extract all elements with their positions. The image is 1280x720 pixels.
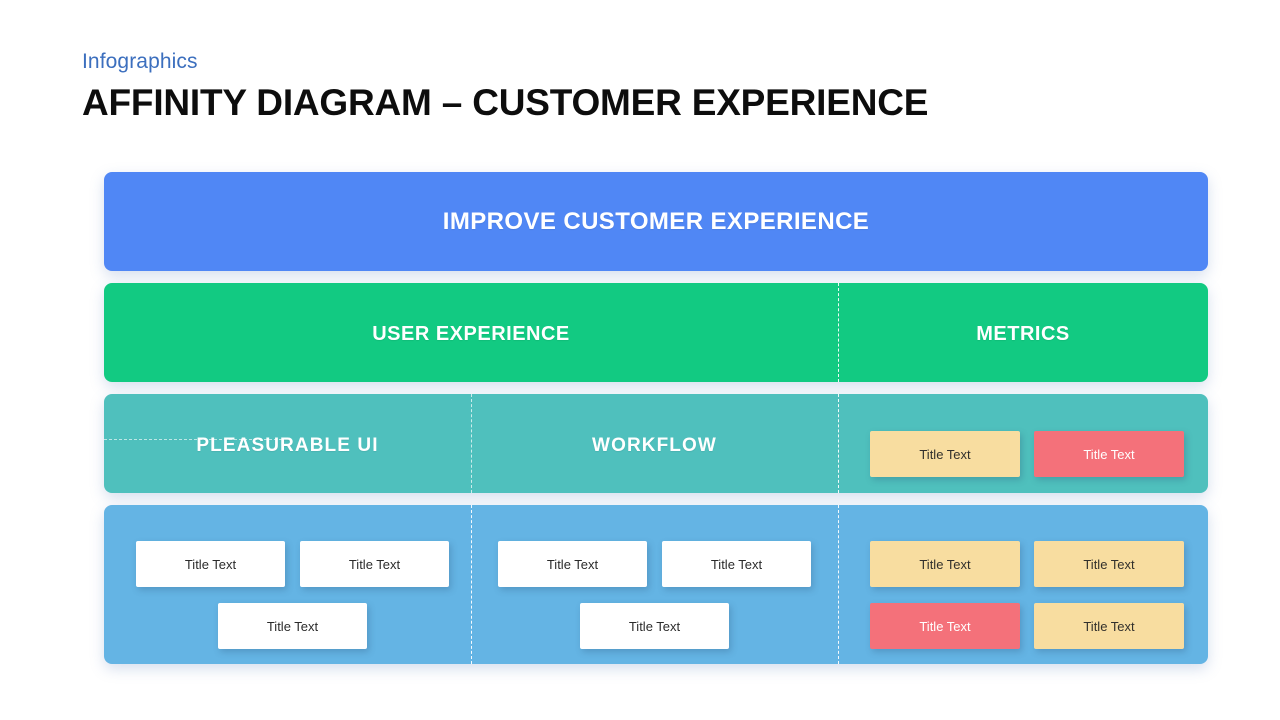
subthemes-band[interactable]: PLEASURABLE UI WORKFLOW Title Text Title… (104, 394, 1208, 493)
note-card[interactable]: Title Text (218, 603, 367, 649)
note-card[interactable]: Title Text (136, 541, 285, 587)
notes-inner-divider (471, 505, 472, 664)
page-title: AFFINITY DIAGRAM – CUSTOMER EXPERIENCE (82, 82, 929, 124)
note-card[interactable]: Title Text (1034, 541, 1184, 587)
note-card[interactable]: Title Text (1034, 603, 1184, 649)
note-card[interactable]: Title Text (662, 541, 811, 587)
note-card[interactable]: Title Text (300, 541, 449, 587)
notes-column-divider (838, 505, 839, 664)
slide-header: Infographics AFFINITY DIAGRAM – CUSTOMER… (82, 50, 1182, 123)
goal-label: IMPROVE CUSTOMER EXPERIENCE (442, 208, 870, 235)
note-card[interactable]: Title Text (870, 603, 1020, 649)
theme-label-metrics: METRICS (976, 323, 1070, 345)
note-card[interactable]: Title Text (870, 541, 1020, 587)
subthemes-column-divider (838, 394, 839, 493)
notes-band[interactable]: Title Text Title Text Title Text Title T… (104, 505, 1208, 664)
note-card[interactable]: Title Text (580, 603, 729, 649)
theme-label-user-experience: USER EXPERIENCE (372, 323, 570, 345)
themes-band[interactable]: USER EXPERIENCE METRICS (104, 283, 1208, 382)
metrics-subtheme-card-1[interactable]: Title Text (870, 431, 1020, 477)
affinity-diagram: IMPROVE CUSTOMER EXPERIENCE USER EXPERIE… (104, 172, 1208, 664)
eyebrow-label: Infographics (82, 50, 198, 73)
note-card[interactable]: Title Text (498, 541, 647, 587)
metrics-subtheme-card-2[interactable]: Title Text (1034, 431, 1184, 477)
subtheme-label-workflow: WORKFLOW (592, 435, 717, 456)
goal-band[interactable]: IMPROVE CUSTOMER EXPERIENCE (104, 172, 1208, 271)
subtheme-label-pleasurable-ui: PLEASURABLE UI (196, 435, 379, 456)
